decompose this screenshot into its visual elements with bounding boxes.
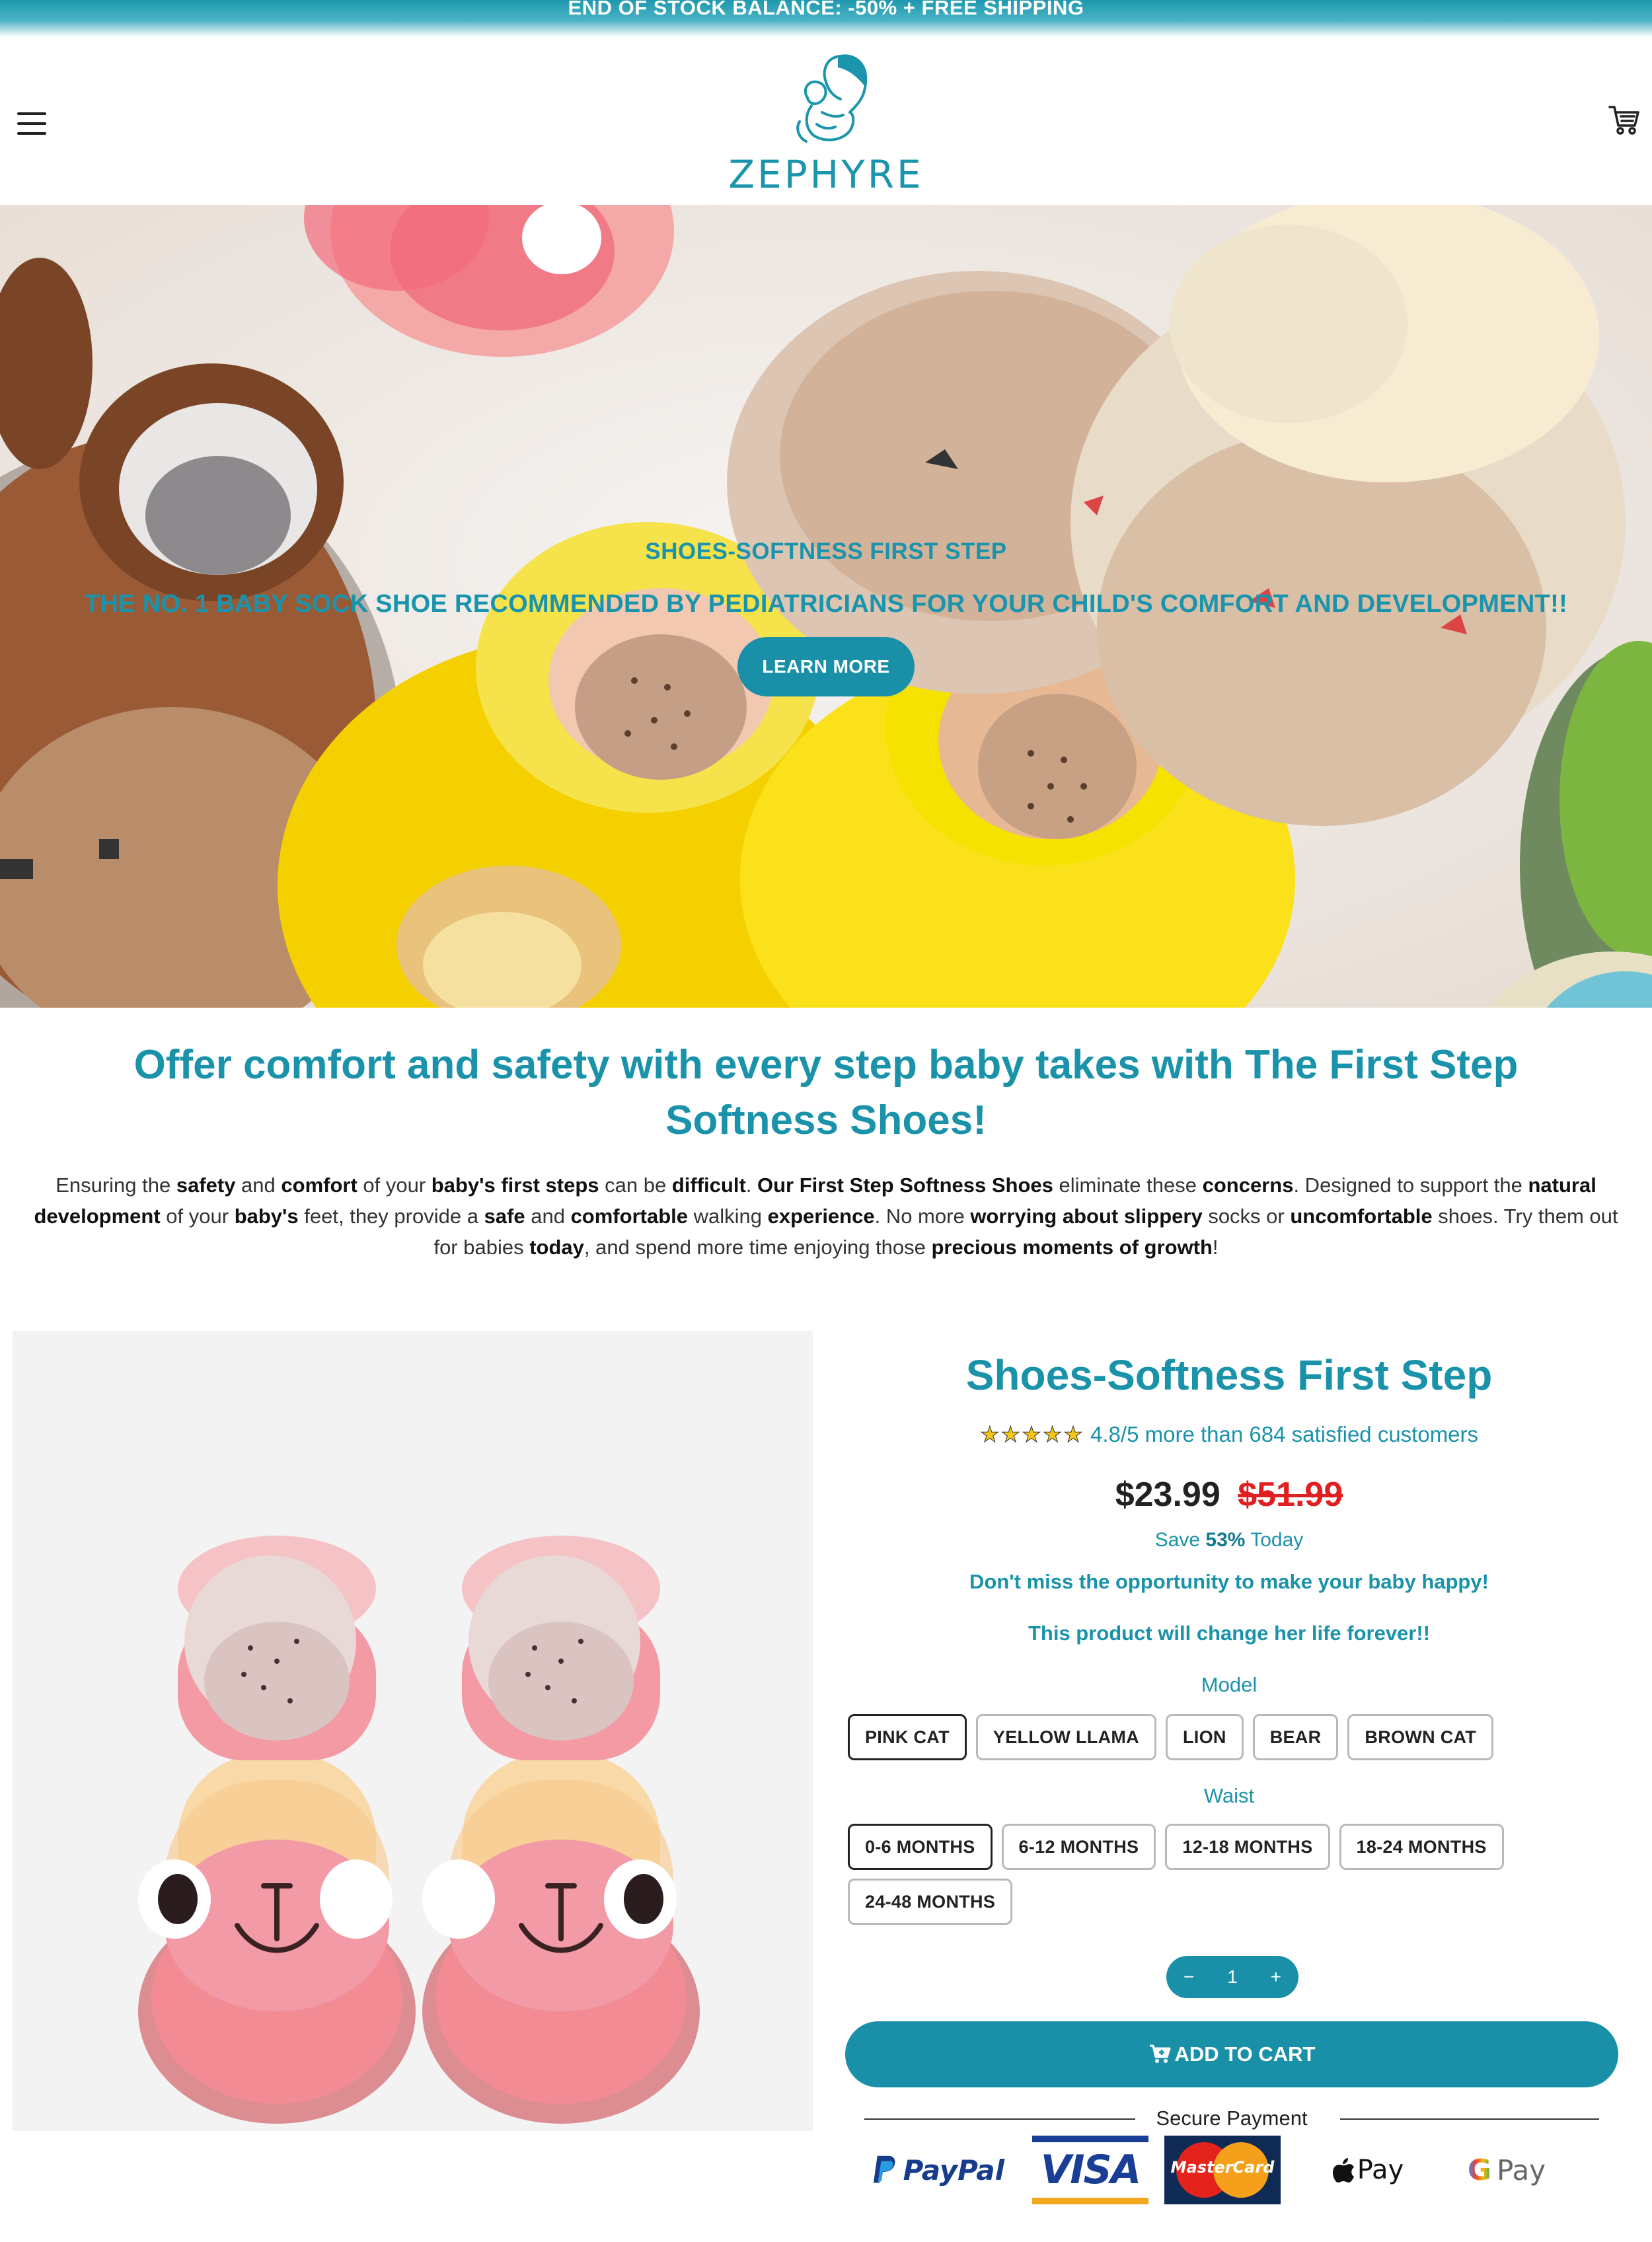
model-option-bear[interactable]: BEAR [1252,1714,1339,1760]
qty-minus-button[interactable]: − [1183,1966,1194,1988]
intro-text-segment: baby's first steps [431,1174,599,1197]
model-option-yellow-llama[interactable]: YELLOW LLAMA [975,1714,1156,1760]
hero-title: THE NO. 1 BABY SOCK SHOE RECOMMENDED BY … [84,590,1568,618]
brand-logo[interactable]: ZEPHYRE [727,44,925,202]
waist-option-0-6-months[interactable]: 0-6 MONTHS [848,1824,993,1870]
qty-plus-button[interactable]: + [1271,1966,1281,1988]
waist-label: Waist [1203,1784,1255,1807]
quantity-stepper[interactable]: − 1 + [1166,1956,1298,1998]
add-to-cart-button[interactable]: ADD TO CART [845,2021,1618,2087]
intro-text-segment: of your [160,1205,235,1228]
apple-pay-icon: Pay [1308,2134,1427,2206]
intro-text-segment: difficult [671,1174,746,1197]
rating-row: ★★★★★ 4.8/5 more than 684 satisfied cust… [833,1421,1626,1447]
intro-text-segment: worrying about slippery [970,1205,1203,1228]
product-image[interactable] [13,1331,813,2131]
rating-text: 4.8/5 more than 684 satisfied customers [1090,1422,1479,1446]
intro-text-segment: and [525,1205,571,1228]
cart-plus-icon [1149,2044,1170,2063]
promo-line-2: This product will change her life foreve… [1028,1622,1431,1645]
secure-payment-label: Secure Payment [1144,2107,1320,2130]
hero-subtitle: SHOES-SOFTNESS FIRST STEP [645,539,1007,564]
waist-options: 0-6 MONTHS 6-12 MONTHS 12-18 MONTHS 18-24 M… [848,1824,1614,1925]
intro-text-segment: baby's [234,1205,299,1228]
mastercard-icon: MasterCard [1163,2134,1282,2206]
model-label: Model [1201,1673,1258,1696]
intro-text-segment: socks or [1202,1205,1291,1228]
hero-banner: SHOES-SOFTNESS FIRST STEP THE NO. 1 BABY… [0,205,1652,1008]
intro-text-segment: walking [687,1205,768,1228]
intro-text-segment: can be [599,1174,672,1197]
cart-icon[interactable] [1607,103,1641,137]
product-title: Shoes-Softness First Step [965,1351,1493,1399]
model-option-lion[interactable]: LION [1165,1714,1244,1760]
intro-text-segment: Our First Step Softness Shoes [757,1174,1053,1197]
savings-text: Save 53% Today [833,1529,1626,1551]
intro-text-segment: , and spend more time enjoying those [583,1236,932,1259]
intro-text-segment: experience [767,1205,875,1228]
intro-text-segment: today [529,1236,584,1259]
promo-line-1: Don't miss the opportunity to make your … [969,1570,1489,1593]
waist-option-24-48-months[interactable]: 24-48 MONTHS [848,1879,1013,1925]
brand-name: ZEPHYRE [728,152,924,197]
announcement-text: END OF STOCK BALANCE: -50% + FREE SHIPPI… [568,0,1084,19]
waist-option-6-12-months[interactable]: 6-12 MONTHS [1001,1824,1156,1870]
intro-text-segment: ! [1212,1236,1219,1259]
intro-paragraph: Ensuring the safety and comfort of your … [26,1170,1626,1263]
announcement-bar: END OF STOCK BALANCE: -50% + FREE SHIPPI… [0,0,1652,37]
intro-text-segment: and [235,1174,282,1197]
intro-text-segment: concerns [1202,1174,1294,1197]
intro-text-segment: comfortable [570,1205,688,1228]
intro-text-segment: of your [357,1174,432,1197]
qty-value[interactable]: 1 [1227,1966,1238,1988]
waist-option-12-18-months[interactable]: 12-18 MONTHS [1165,1824,1330,1870]
model-option-brown-cat[interactable]: BROWN CAT [1347,1714,1494,1760]
hero-text: SHOES-SOFTNESS FIRST STEP THE NO. 1 BABY… [0,539,1652,696]
intro-text-segment: Ensuring the [56,1174,176,1197]
mother-baby-logo-icon [796,54,868,143]
intro-text-segment: eliminate these [1053,1174,1203,1197]
model-option-pink-cat[interactable]: PINK CAT [848,1714,967,1760]
pink-cat-shoes-image [13,1331,813,2131]
payment-methods: PayPal VISA MasterCard Pay G Pay [872,2134,1599,2213]
model-options: PINK CAT YELLOW LLAMA LION BEAR BROWN CAT [848,1714,1614,1760]
learn-more-button[interactable]: LEARN MORE [737,637,915,696]
rating-stars-icon: ★★★★★ [979,1422,1084,1447]
save-prefix: Save [1154,1529,1206,1551]
intro-text-segment: . Designed to support the [1293,1174,1528,1197]
intro-heading: Offer comfort and safety with every step… [133,1042,1519,1143]
secure-payment-divider: Secure Payment [864,2105,1599,2132]
intro-text-segment: . No more [874,1205,971,1228]
visa-icon: VISA [1031,2134,1150,2206]
save-percent: 53% [1205,1529,1246,1551]
intro-text-segment: uncomfortable [1290,1205,1433,1228]
hamburger-menu-icon[interactable] [17,112,46,135]
intro-text-segment: . [745,1174,757,1197]
intro-text-segment: feet, they provide a [298,1205,484,1228]
price-row: $23.99 $51.99 [833,1475,1626,1514]
intro-text-segment: precious moments of growth [931,1236,1213,1259]
sale-price: $23.99 [1115,1476,1220,1514]
save-suffix: Today [1245,1529,1304,1551]
add-to-cart-label: ADD TO CART [1174,2042,1316,2066]
waist-option-18-24-months[interactable]: 18-24 MONTHS [1339,1824,1504,1870]
compare-price: $51.99 [1238,1476,1343,1514]
intro-text-segment: comfort [281,1174,357,1197]
google-pay-icon: G Pay [1467,2153,1546,2187]
site-header: ZEPHYRE [0,37,1652,205]
intro-text-segment: safety [176,1174,236,1197]
intro-text-segment: safe [484,1205,525,1228]
paypal-icon: PayPal [872,2134,1004,2206]
